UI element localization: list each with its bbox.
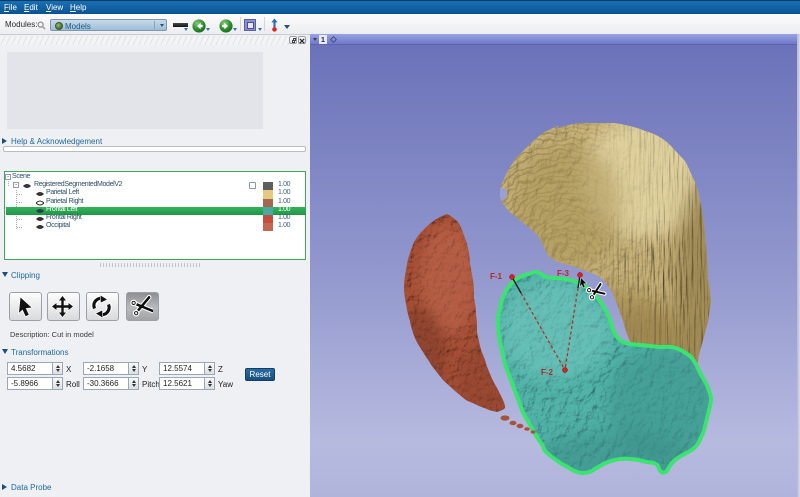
svg-text:F-1: F-1 [490,272,503,281]
svg-text:F-2: F-2 [541,368,554,377]
svg-text:F-3: F-3 [557,269,570,278]
